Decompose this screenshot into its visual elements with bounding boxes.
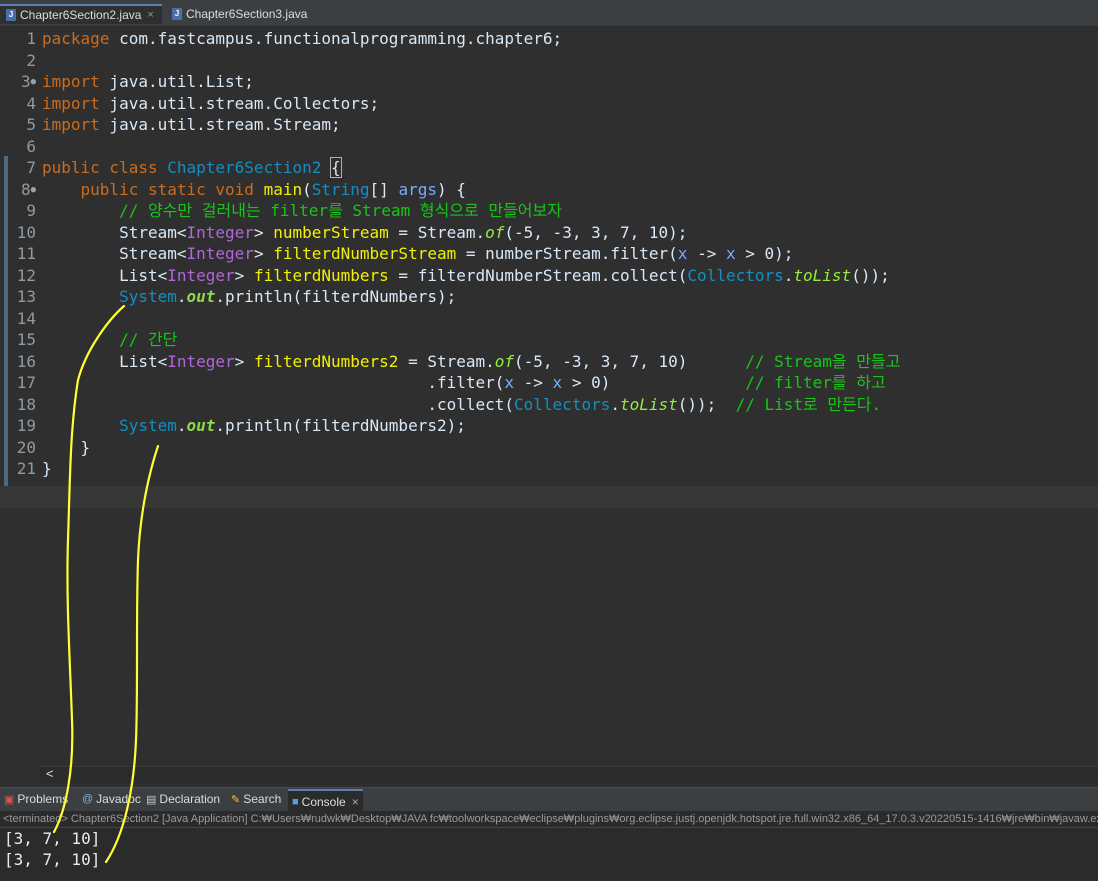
console-line: [3, 7, 10] xyxy=(4,850,101,869)
console-line: [3, 7, 10] xyxy=(4,829,101,848)
editor-tab-bar: J Chapter6Section2.java × J Chapter6Sect… xyxy=(0,0,1098,27)
fold-marker-icon[interactable]: ● xyxy=(31,185,36,195)
console-icon: ■ xyxy=(292,796,299,808)
tab-javadoc[interactable]: @ Javadoc xyxy=(82,792,141,806)
console-status-line: <terminated> Chapter6Section2 [Java Appl… xyxy=(0,811,1098,828)
close-icon[interactable]: × xyxy=(352,795,359,809)
search-icon: ✎ xyxy=(231,793,241,806)
tab-search[interactable]: ✎ Search xyxy=(231,792,281,806)
code-editor[interactable]: 1 package com.fastcampus.functionalprogra… xyxy=(0,28,1098,766)
tab-chapter6section3[interactable]: J Chapter6Section3.java xyxy=(166,5,307,23)
tab-label: Chapter6Section3.java xyxy=(186,7,308,21)
problems-icon: ▣ xyxy=(4,793,15,806)
tab-chapter6section2[interactable]: J Chapter6Section2.java × xyxy=(0,4,162,24)
panel-tab-bar: ▣ Problems @ Javadoc ▤ Declaration ✎ Search … xyxy=(0,787,1098,813)
tab-declaration[interactable]: ▤ Declaration xyxy=(146,792,220,806)
console-output[interactable]: [3, 7, 10] [3, 7, 10] xyxy=(0,828,1098,881)
java-file-icon: J xyxy=(6,9,16,21)
tab-label: Chapter6Section2.java xyxy=(20,8,142,22)
close-icon[interactable]: × xyxy=(147,9,153,21)
java-file-icon: J xyxy=(172,8,182,20)
horizontal-scrollbar[interactable]: < xyxy=(40,766,1098,783)
current-line-highlight xyxy=(0,486,1098,508)
declaration-icon: ▤ xyxy=(146,793,157,806)
scroll-left-icon[interactable]: < xyxy=(46,766,54,781)
tab-problems[interactable]: ▣ Problems xyxy=(4,792,68,806)
tab-console[interactable]: ■ Console × xyxy=(288,789,363,813)
fold-marker-icon[interactable]: ● xyxy=(31,77,36,87)
javadoc-icon: @ xyxy=(82,793,94,805)
